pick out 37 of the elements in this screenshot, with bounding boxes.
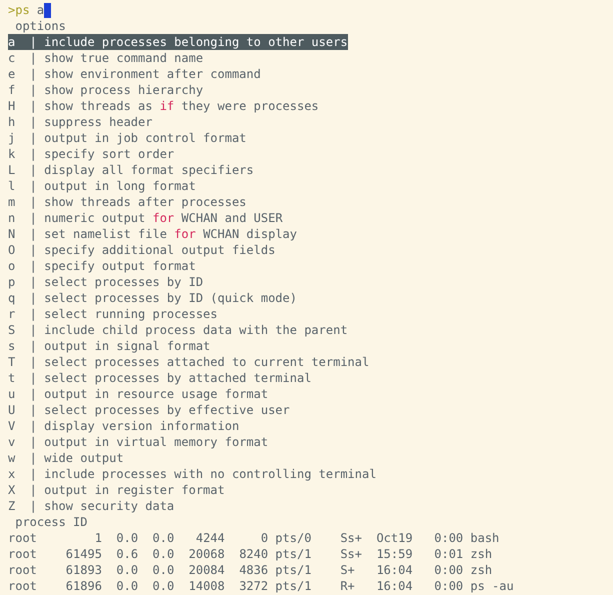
option-row[interactable]: h | suppress header [8,114,152,130]
option-row[interactable]: a | include processes belonging to other users [8,34,348,50]
option-row[interactable]: q | select processes by ID (quick mode) [8,290,297,306]
option-row[interactable]: w | wide output [8,450,124,466]
option-row[interactable]: s | output in signal format [8,338,210,354]
option-row[interactable]: u | output in resource usage format [8,386,268,402]
option-row[interactable]: O | specify additional output fields [8,242,276,258]
command-line[interactable]: >ps a [8,2,44,18]
option-row[interactable]: Z | show security data [8,498,174,514]
option-row[interactable]: H | show threads as if they were processes [8,98,319,114]
option-row[interactable]: o | specify output format [8,258,196,274]
option-row[interactable]: L | display all format specifiers [8,162,254,178]
option-row[interactable]: m | show threads after processes [8,194,246,210]
option-row[interactable]: r | select running processes [8,306,218,322]
option-row[interactable]: n | numeric output for WCHAN and USER [8,210,283,226]
option-row[interactable]: j | output in job control format [8,130,246,146]
option-row[interactable]: v | output in virtual memory format [8,434,268,450]
process-line: root 1 0.0 0.0 4244 0 pts/0 Ss+ Oct19 0:00 bash [8,530,500,546]
option-row[interactable]: T | select processes attached to current terminal [8,354,370,370]
process-line: root 61495 0.6 0.0 20068 8240 pts/1 Ss+ 15:59 0:01 zsh [8,546,492,562]
process-line: root 61896 0.0 0.0 14008 3272 pts/1 R+ 16:04 0:00 ps -au [8,578,514,594]
process-line: root 61893 0.0 0.0 20084 4836 pts/1 S+ 16:04 0:00 zsh [8,562,492,578]
option-row[interactable]: t | select processes by attached terminal [8,370,312,386]
option-row[interactable]: X | output in register format [8,482,225,498]
option-row[interactable]: p | select processes by ID [8,274,204,290]
option-row[interactable]: x | include processes with no controlling terminal [8,466,376,482]
process-heading: process ID [14,514,88,530]
option-row[interactable]: c | show true command name [8,50,204,66]
option-row[interactable]: N | set namelist file for WCHAN display [8,226,297,242]
option-row[interactable]: e | show environment after command [8,66,261,82]
option-row[interactable]: S | include child process data with the parent [8,322,348,338]
option-row[interactable]: V | display version information [8,418,240,434]
option-row[interactable]: U | select processes by effective user [8,402,290,418]
option-row[interactable]: f | show process hierarchy [8,82,204,98]
option-row[interactable]: k | specify sort order [8,146,174,162]
options-heading: options [14,18,66,34]
option-row[interactable]: l | output in long format [8,178,196,194]
